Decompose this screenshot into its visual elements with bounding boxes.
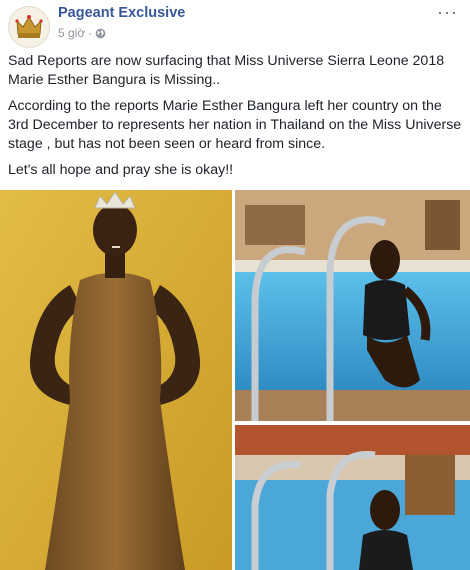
- photo-grid: [0, 190, 470, 570]
- globe-icon[interactable]: [95, 28, 106, 39]
- post-paragraph: Sad Reports are now surfacing that Miss …: [8, 53, 445, 88]
- post-body: Sad Reports are now surfacing that Miss …: [8, 52, 463, 187]
- post-paragraph: According to the reports Marie Esther Ba…: [8, 98, 462, 152]
- photo-pool-closeup[interactable]: [235, 425, 470, 570]
- more-options-button[interactable]: ···: [437, 2, 458, 23]
- post-timestamp[interactable]: 5 giờ: [58, 26, 85, 40]
- photo-pool-ladder[interactable]: [235, 190, 470, 421]
- photo-gown[interactable]: [0, 190, 232, 570]
- post-header: Pageant Exclusive 5 giờ · ···: [0, 0, 470, 48]
- post-meta: 5 giờ ·: [58, 26, 106, 40]
- post-paragraph: Let's all hope and pray she is okay!!: [8, 162, 234, 178]
- crown-icon: [9, 7, 49, 47]
- page-avatar[interactable]: [8, 6, 50, 48]
- page-name-link[interactable]: Pageant Exclusive: [58, 5, 185, 21]
- meta-separator: ·: [88, 26, 93, 40]
